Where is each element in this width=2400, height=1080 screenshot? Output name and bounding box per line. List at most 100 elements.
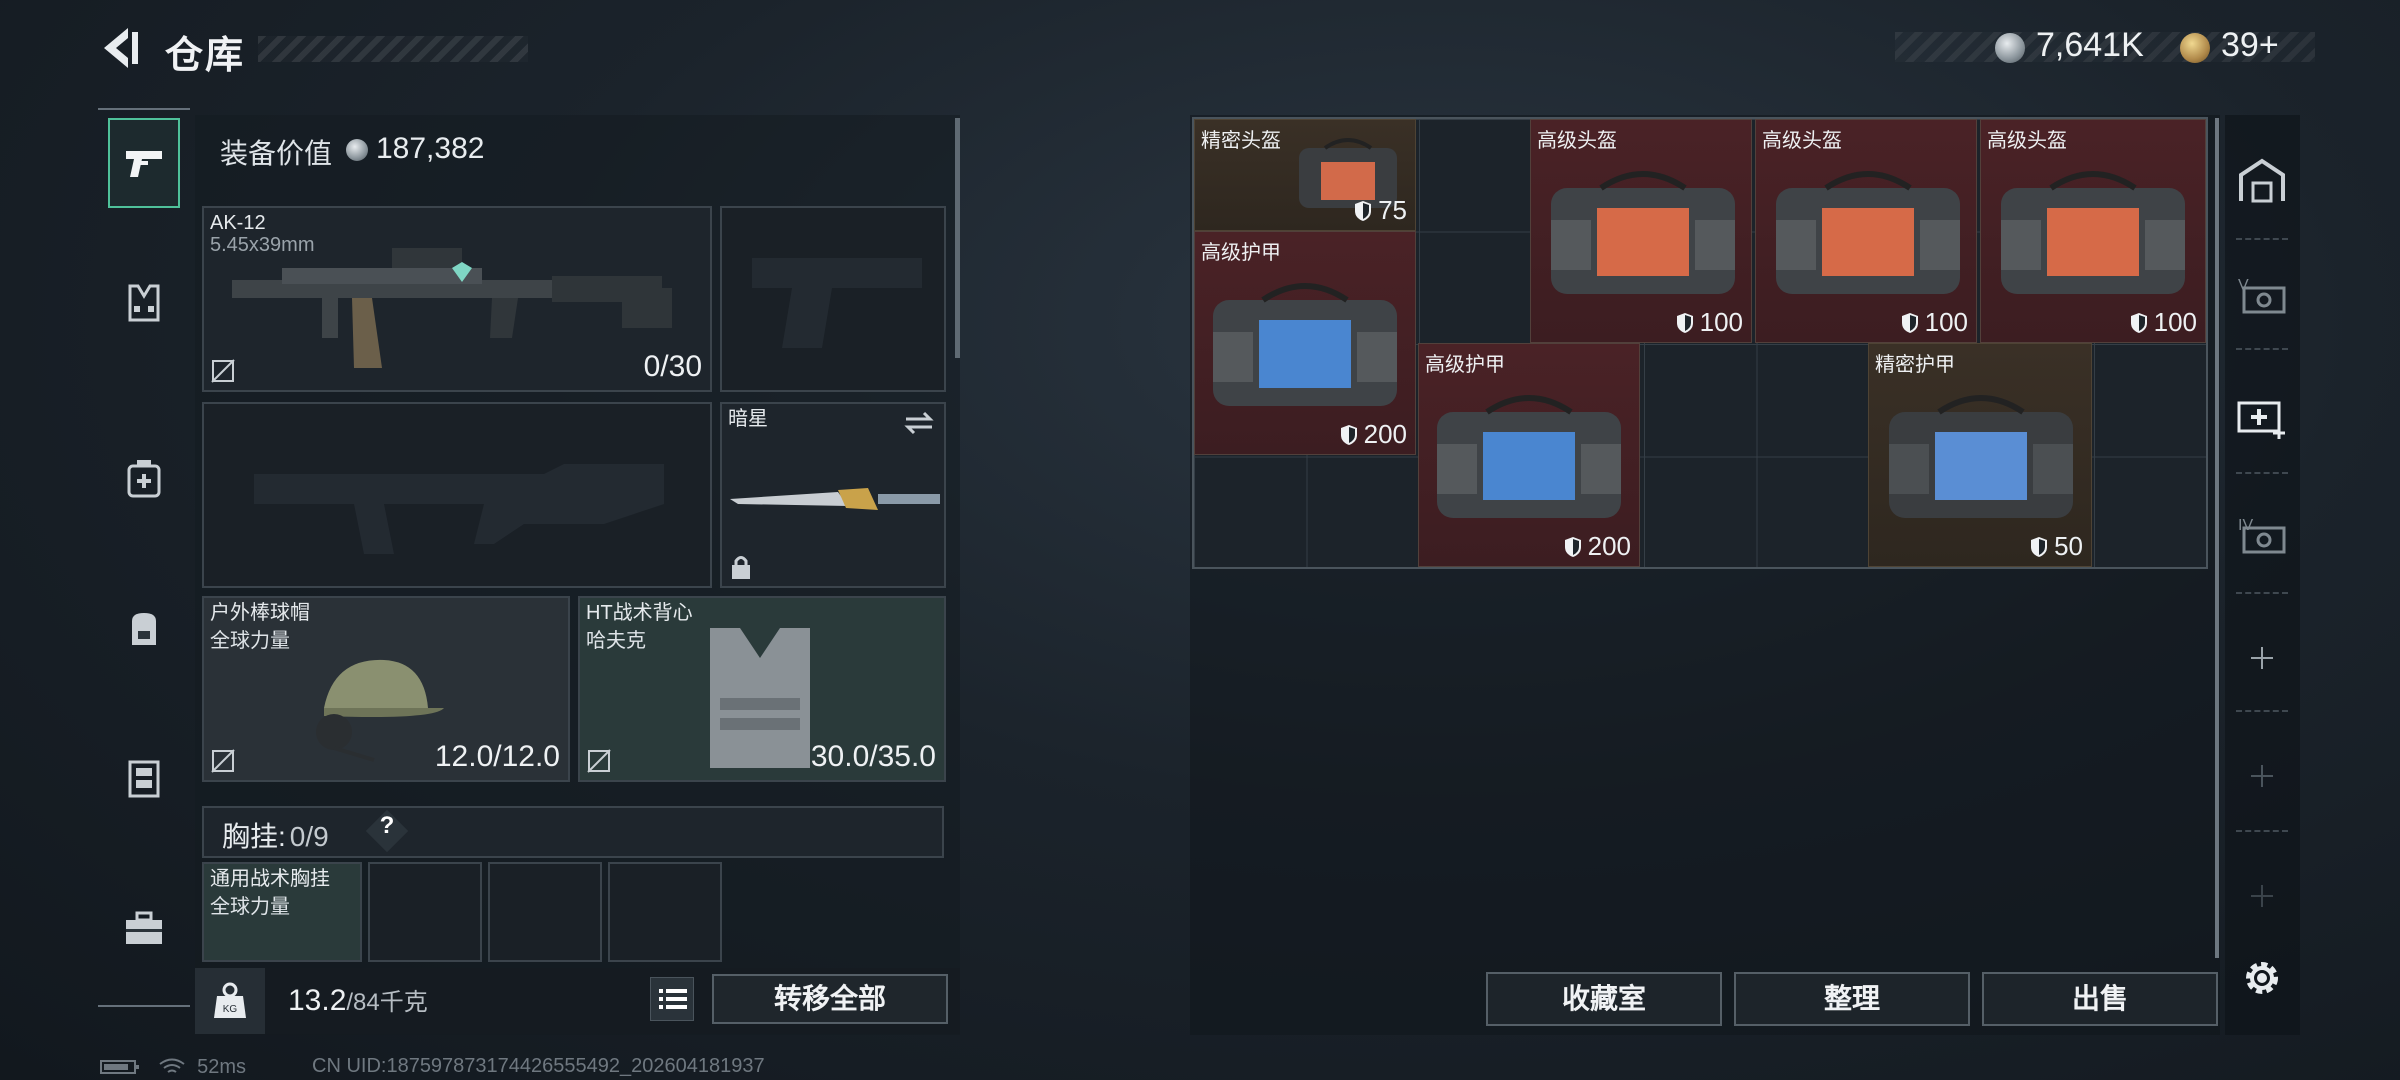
chest-rig-label: 胸挂: 0/9 xyxy=(222,815,329,855)
helmet-maker: 全球力量 xyxy=(210,630,290,652)
melee-name: 暗星 xyxy=(728,408,768,430)
vest-name: HT战术背心 xyxy=(586,602,693,624)
cap-image xyxy=(316,659,444,762)
shield-icon xyxy=(2031,537,2048,557)
add-storage-icon xyxy=(2237,401,2285,439)
durability-value: 200 xyxy=(1587,531,1631,561)
backpack-icon xyxy=(132,613,156,645)
item-label: 高级头盔 xyxy=(1987,130,2067,152)
back-arrow-icon[interactable] xyxy=(98,26,140,70)
rig-name: 通用战术胸挂 xyxy=(210,868,330,890)
item-durability: 100 xyxy=(2130,307,2197,338)
armor-case-image xyxy=(1437,395,1621,518)
storage-slot-add[interactable] xyxy=(2232,746,2292,806)
storage-item-helmet[interactable]: 精密头盔 75 xyxy=(1194,119,1416,231)
secondary-weapon-slot-empty[interactable] xyxy=(202,402,712,588)
toolbox-icon xyxy=(126,911,162,944)
tab-divider xyxy=(2236,238,2288,240)
tab-chest-rig[interactable] xyxy=(108,733,180,823)
vest-icon xyxy=(128,284,160,322)
storage-item-armor[interactable]: 精密护甲 50 xyxy=(1868,343,2092,567)
item-label: 精密护甲 xyxy=(1875,354,1955,376)
storage-tab-4[interactable]: IV xyxy=(2232,504,2292,564)
ping-value: 52ms xyxy=(197,1056,247,1078)
sell-button[interactable]: 出售 xyxy=(1982,972,2218,1026)
storage-item-helmet[interactable]: 高级头盔 100 xyxy=(1980,119,2206,343)
durability-value: 75 xyxy=(1378,195,1407,225)
rig-cell-empty[interactable] xyxy=(368,862,482,962)
storage-tab-main[interactable] xyxy=(2232,150,2292,210)
rig-cell-empty[interactable] xyxy=(608,862,722,962)
battery-icon xyxy=(100,1060,139,1074)
svg-text:KG: KG xyxy=(223,1004,238,1015)
storage-tab-add-expansion[interactable] xyxy=(2232,386,2292,446)
equipment-value: 187,382 xyxy=(376,132,485,165)
lock-icon xyxy=(732,556,750,579)
helmet-case-image xyxy=(1776,171,1960,294)
primary-weapon-slot[interactable]: AK-12 5.45x39mm 0/30 xyxy=(202,206,712,392)
storage-slot-add[interactable] xyxy=(2232,866,2292,926)
plus-icon xyxy=(2251,885,2273,907)
tab-divider xyxy=(2236,472,2288,474)
transfer-all-button[interactable]: 转移全部 xyxy=(712,974,948,1024)
list-view-button[interactable] xyxy=(650,977,694,1021)
organize-button[interactable]: 整理 xyxy=(1734,972,1970,1026)
helmet-slot[interactable]: 户外棒球帽 全球力量 12.0/12.0 xyxy=(202,596,570,782)
title-decoration xyxy=(258,36,528,62)
item-label: 精密头盔 xyxy=(1201,130,1281,152)
loadout-scrollbar[interactable] xyxy=(955,118,960,358)
rig-cell-empty[interactable] xyxy=(488,862,602,962)
storage-item-helmet[interactable]: 高级头盔 100 xyxy=(1755,119,1977,343)
tab-toolbox[interactable] xyxy=(108,883,180,973)
shield-icon xyxy=(2130,313,2147,333)
pistol-slot-empty[interactable] xyxy=(720,206,946,392)
tab-divider xyxy=(2236,830,2288,832)
helmet-case-image xyxy=(1551,171,1735,294)
weight-value: 13.2 xyxy=(288,984,347,1017)
storage-expansion-icon: V xyxy=(2238,277,2286,314)
storage-item-armor[interactable]: 高级护甲 200 xyxy=(1194,231,1416,455)
chest-rig-count: 0/9 xyxy=(289,821,329,852)
silver-balance[interactable]: 7,641K xyxy=(2036,26,2144,65)
durability-value: 200 xyxy=(1363,419,1407,449)
helmet-case-image xyxy=(2001,171,2185,294)
storage-item-armor[interactable]: 高级护甲 200 xyxy=(1418,343,1640,567)
rig-maker: 全球力量 xyxy=(210,896,290,918)
equipment-value-label: 装备价值 xyxy=(220,138,333,169)
status-bar: 52ms xyxy=(100,1056,246,1079)
durability-value: 100 xyxy=(1924,307,1968,337)
tab-weapon[interactable] xyxy=(108,118,180,208)
storage-scrollbar[interactable] xyxy=(2215,118,2219,958)
shield-icon xyxy=(1676,313,1693,333)
collection-room-button[interactable]: 收藏室 xyxy=(1486,972,1722,1026)
durability-value: 100 xyxy=(1699,307,1743,337)
gold-balance[interactable]: 39+ xyxy=(2221,26,2279,65)
tab-divider xyxy=(2236,592,2288,594)
item-label: 高级护甲 xyxy=(1201,242,1281,264)
swap-icon[interactable] xyxy=(902,410,936,436)
item-durability: 50 xyxy=(2030,531,2083,562)
storage-item-helmet[interactable]: 高级头盔 100 xyxy=(1530,119,1752,343)
settings-button[interactable] xyxy=(2232,948,2292,1008)
wifi-icon xyxy=(158,1058,185,1073)
tab-medical[interactable] xyxy=(108,433,180,523)
tab-armor[interactable] xyxy=(108,258,180,348)
item-label: 高级头盔 xyxy=(1762,130,1842,152)
no-durability-icon xyxy=(587,749,611,773)
tab-divider xyxy=(2236,710,2288,712)
tab-backpack[interactable] xyxy=(108,583,180,673)
list-icon xyxy=(659,989,687,1009)
storage-slot-add[interactable] xyxy=(2232,628,2292,688)
vest-slot[interactable]: HT战术背心 哈夫克 30.0/35.0 xyxy=(578,596,946,782)
tab-divider xyxy=(2236,348,2288,350)
shield-icon xyxy=(1564,537,1581,557)
chest-rig-item[interactable]: 通用战术胸挂 全球力量 xyxy=(202,862,362,962)
help-icon[interactable]: ? xyxy=(372,812,402,848)
vest-maker: 哈夫克 xyxy=(586,630,646,652)
armor-case-image xyxy=(1213,283,1397,406)
storage-expansion-icon: IV xyxy=(2238,517,2286,554)
rifle-image xyxy=(232,248,672,368)
melee-slot[interactable]: 暗星 xyxy=(720,402,946,588)
chest-rig-title: 胸挂: xyxy=(222,821,286,852)
storage-tab-5[interactable]: V xyxy=(2232,264,2292,324)
